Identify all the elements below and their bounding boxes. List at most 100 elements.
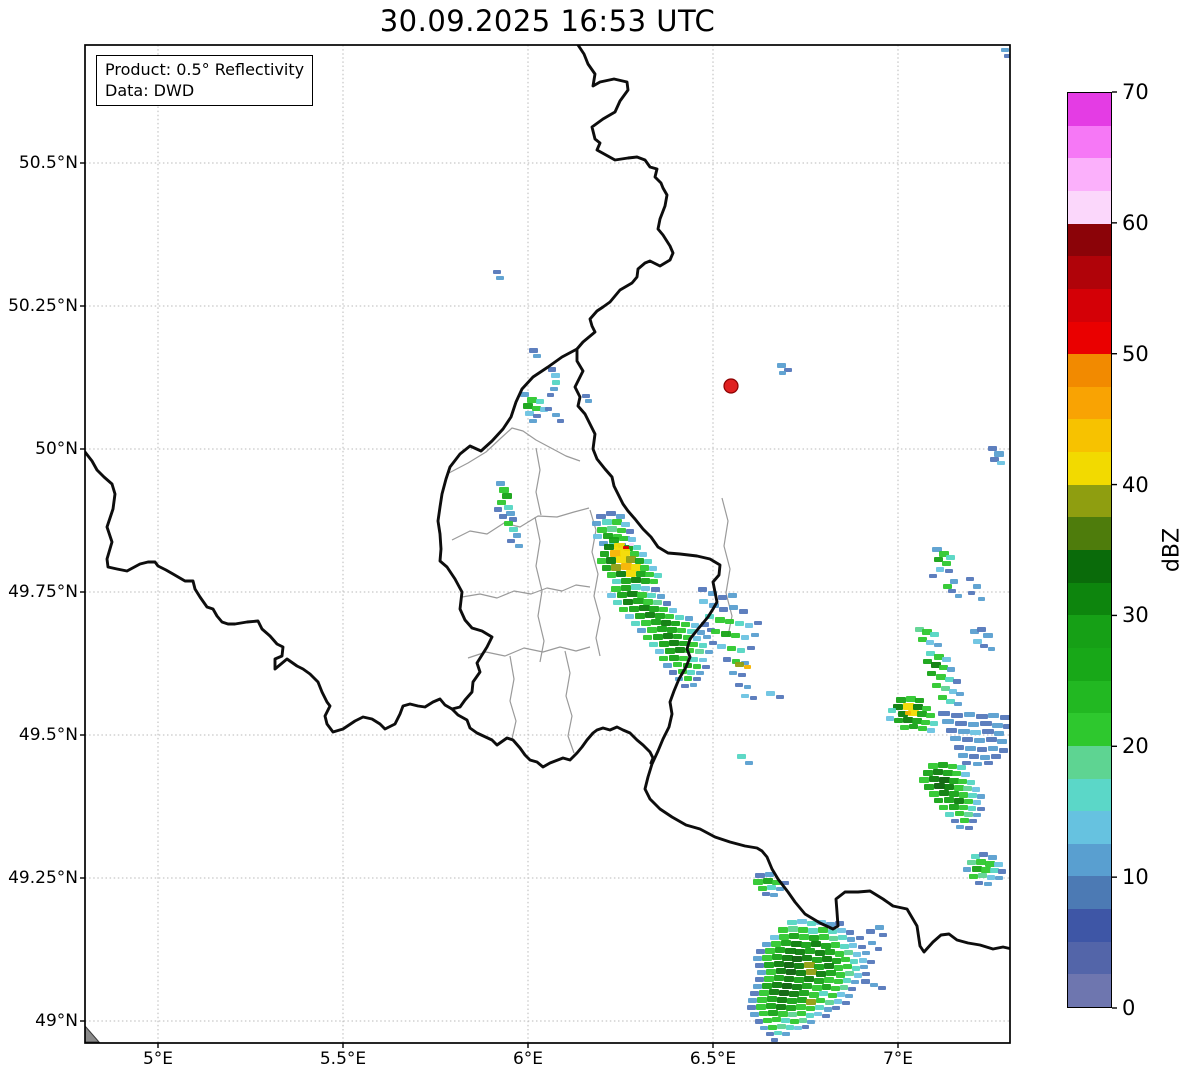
colorbar-band <box>1068 223 1111 257</box>
radar-echo-patch <box>837 928 846 933</box>
colorbar-tick-label: 30 <box>1122 603 1149 628</box>
colorbar-tick-label: 70 <box>1122 80 1149 104</box>
radar-echo-patch <box>988 647 995 651</box>
radar-echo-patch <box>640 565 649 571</box>
radar-echo-patch <box>659 607 668 612</box>
radar-echo-patch <box>655 613 665 619</box>
radar-echo-patch <box>604 544 614 550</box>
radar-echo-patch <box>766 691 775 696</box>
radar-echo-patch <box>717 644 726 649</box>
radar-echo-patch <box>775 947 785 953</box>
radar-echo-patch <box>975 881 983 885</box>
radar-echo-patch <box>962 761 971 765</box>
radar-echo-patch <box>978 597 985 601</box>
radar-echo-patch <box>969 754 979 759</box>
radar-echo-patch <box>693 664 701 669</box>
radar-echo-patch <box>796 970 806 976</box>
radar-echo-patch <box>760 1026 768 1030</box>
radar-echo-patch <box>788 1012 797 1017</box>
axis-tick-marks <box>80 162 899 1048</box>
admin-region-border <box>446 427 581 475</box>
radar-echo-patch <box>797 997 807 1003</box>
radar-echo-patch <box>786 1025 794 1030</box>
radar-echo-patch <box>612 519 622 525</box>
radar-echo-patch <box>781 1018 790 1023</box>
colorbar-band <box>1068 745 1111 779</box>
admin-region-border <box>721 497 733 637</box>
radar-echo-patch <box>924 784 934 790</box>
radar-echo-patch <box>550 387 558 391</box>
radar-echo-patch <box>711 629 720 634</box>
radar-echo-patch <box>978 873 987 878</box>
radar-echo-patch <box>950 736 961 741</box>
radar-echo-patch <box>788 926 798 932</box>
radar-echo-patch <box>705 650 713 654</box>
radar-echo-patch <box>973 762 982 766</box>
radar-echo-patch <box>915 698 924 703</box>
radar-echo-patch <box>635 613 645 619</box>
radar-echo-patch <box>610 550 621 557</box>
radar-echo-patch <box>807 1020 815 1024</box>
colorbar-band <box>1068 419 1111 453</box>
y-tick-label: 50.5°N <box>18 153 78 173</box>
radar-echo-patch <box>643 635 652 640</box>
radar-echo-patch <box>629 606 639 612</box>
radar-echo-patch <box>529 419 537 423</box>
radar-echo-patch <box>934 557 943 562</box>
radar-echo-patch <box>772 954 782 960</box>
radar-echo-patch <box>619 607 628 612</box>
radar-echo-patch <box>834 999 842 1004</box>
radar-echo-patch <box>956 825 964 829</box>
radar-echo-patch <box>593 534 602 539</box>
radar-echo-patch <box>699 599 708 604</box>
radar-echo-patch <box>527 397 537 403</box>
y-tick-label: 50.25°N <box>8 296 78 316</box>
radar-echo-patch <box>930 632 939 637</box>
radar-echo-patch <box>954 745 964 750</box>
radar-echo-patch <box>824 1007 832 1012</box>
radar-echo-patch <box>804 962 815 968</box>
radar-echo-patch <box>611 564 621 571</box>
radar-echo-patch <box>647 593 656 598</box>
radar-echo-patch <box>861 979 870 984</box>
radar-echo-patch <box>779 990 789 996</box>
radar-echo-patch <box>597 527 607 533</box>
radar-echo-patch <box>777 997 787 1003</box>
radar-echo-patch <box>954 785 964 791</box>
radar-echo-patch <box>970 730 981 735</box>
radar-echo-patch <box>497 500 506 505</box>
radar-echo-patch <box>669 670 677 675</box>
radar-echo-patch <box>499 487 509 493</box>
radar-echo-patch <box>797 1011 806 1016</box>
radar-echo-patch <box>557 419 564 423</box>
radar-echo-patch <box>961 772 970 777</box>
radar-echo-patch <box>755 1019 763 1024</box>
radar-echo-patch <box>771 941 781 947</box>
radar-echo-patch <box>637 592 647 598</box>
radar-echo-patch <box>834 979 843 984</box>
radar-echo-patch <box>825 1000 834 1005</box>
radar-echo-patch <box>741 635 749 640</box>
radar-echo-patch <box>948 589 956 593</box>
radar-echo-patch <box>929 776 939 782</box>
radar-echo-patch <box>657 594 665 599</box>
radar-echo-patch <box>616 514 625 519</box>
radar-echo-patch <box>945 569 953 573</box>
colorbar-band <box>1068 190 1111 224</box>
radar-echo-patch <box>621 585 631 591</box>
radar-echo-patch <box>627 591 638 597</box>
radar-echo-patch <box>806 1006 815 1011</box>
radar-echo-patch <box>786 1005 796 1011</box>
radar-echo-patch <box>750 991 759 996</box>
radar-echo-patch <box>814 1012 822 1016</box>
radar-echo-patch <box>965 826 973 830</box>
radar-echo-patch <box>906 696 916 702</box>
colorbar-band <box>1068 615 1111 648</box>
radar-echo-patch <box>715 617 725 623</box>
radar-echo-patch <box>721 631 731 637</box>
radar-echo-patch <box>946 728 957 733</box>
radar-echo-patch <box>753 984 762 989</box>
radar-echo-patch <box>826 970 836 976</box>
radar-echo-patch <box>513 533 521 538</box>
radar-echo-patch <box>812 985 822 991</box>
